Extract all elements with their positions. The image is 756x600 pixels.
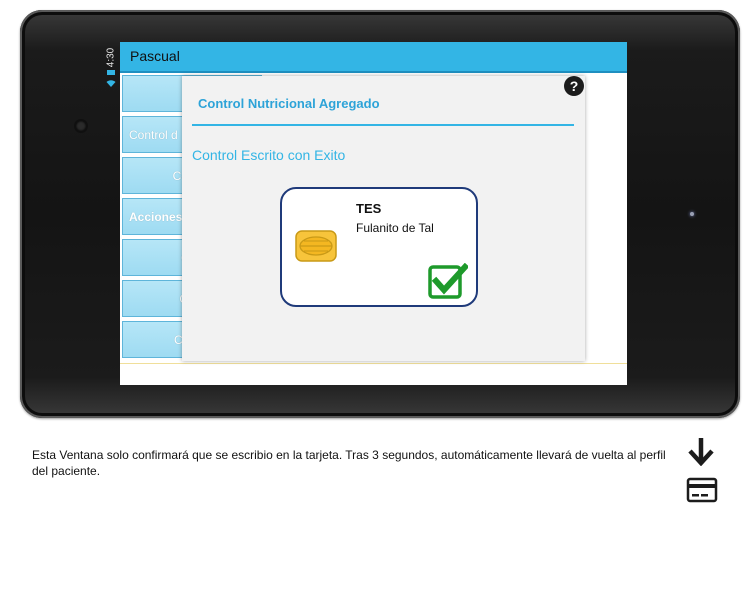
card-holder-name: Fulanito de Tal bbox=[356, 221, 434, 235]
smartcard-chip-icon bbox=[295, 230, 337, 262]
front-camera bbox=[76, 121, 86, 131]
light-sensor bbox=[690, 212, 694, 216]
wifi-icon bbox=[106, 78, 116, 88]
app-screen: Pascual Pa Control d Control Acciones Co… bbox=[120, 42, 627, 385]
dialog-message: Control Escrito con Exito bbox=[192, 147, 346, 163]
credit-card-icon bbox=[686, 476, 718, 504]
card-code: TES bbox=[356, 201, 382, 216]
arrow-down-icon bbox=[686, 436, 716, 467]
dialog-title: Control Nutricional Agregado bbox=[198, 96, 380, 111]
patient-card: TES Fulanito de Tal bbox=[280, 187, 478, 307]
action-bar-title: Pascual bbox=[130, 48, 180, 64]
help-icon[interactable]: ? bbox=[564, 76, 584, 96]
action-bar: Pascual bbox=[120, 42, 627, 73]
caption-text: Esta Ventana solo confirmará que se escr… bbox=[32, 448, 666, 478]
confirmation-dialog: Control Nutricional Agregado ? Control E… bbox=[182, 76, 585, 361]
success-check-icon bbox=[428, 262, 470, 299]
bottom-strip bbox=[120, 363, 627, 385]
status-bar: 4:30 bbox=[103, 42, 119, 92]
dialog-divider bbox=[192, 124, 574, 126]
battery-icon bbox=[107, 70, 115, 75]
